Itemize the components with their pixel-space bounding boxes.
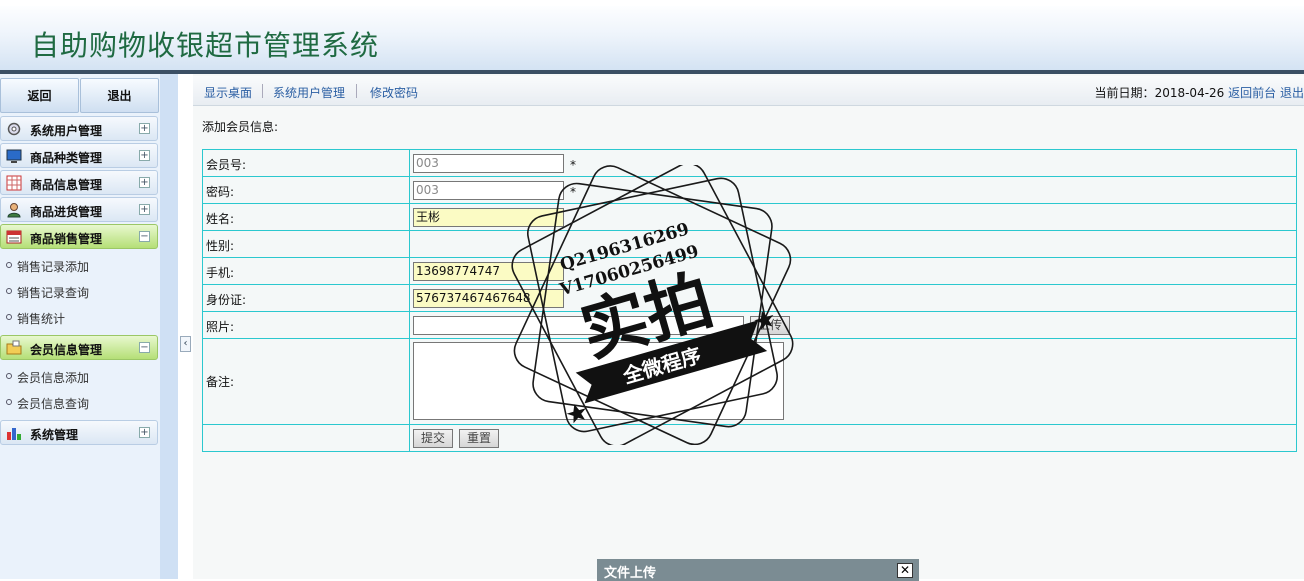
- member-id-input[interactable]: 003: [413, 154, 564, 173]
- upload-dialog: 文件上传 ✕: [597, 559, 919, 581]
- show-desktop-link[interactable]: 显示桌面: [204, 84, 252, 101]
- menu-member-info[interactable]: 会员信息管理 −: [0, 335, 158, 360]
- folder-icon: [6, 340, 22, 355]
- menu-product-sales[interactable]: 商品销售管理 −: [0, 224, 158, 249]
- menu-label: 系统管理: [30, 428, 79, 442]
- form-row-remark: 备注:: [203, 339, 1296, 425]
- back-button[interactable]: 返回: [0, 78, 79, 113]
- date-label: 当前日期：: [1094, 86, 1155, 100]
- menu-label: 会员信息管理: [30, 343, 103, 357]
- expand-icon[interactable]: +: [139, 150, 150, 161]
- current-date: 2018-04-26: [1154, 86, 1225, 100]
- sidebar-item-member-query[interactable]: 会员信息查询: [6, 393, 156, 413]
- register-icon: [6, 230, 22, 244]
- form-row-phone: 手机: 13698774747: [203, 258, 1296, 285]
- sub-item-label: 会员信息查询: [17, 397, 90, 411]
- field-label: 备注:: [206, 375, 235, 389]
- menu-system-management[interactable]: 系统管理 +: [0, 420, 158, 445]
- field-label: 手机:: [206, 266, 235, 280]
- sidebar: 返回 退出 系统用户管理 + 商品种类管理 + 商品信息管理 + 商品进货管理 …: [0, 74, 178, 579]
- menu-product-info[interactable]: 商品信息管理 +: [0, 170, 158, 195]
- menu-label: 系统用户管理: [30, 124, 103, 138]
- system-users-link[interactable]: 系统用户管理: [273, 84, 345, 101]
- separator: [262, 84, 263, 98]
- field-label: 照片:: [206, 320, 235, 334]
- gear-icon: [7, 122, 21, 136]
- bullet-icon: [6, 399, 12, 405]
- separator: [356, 84, 357, 98]
- sub-item-label: 会员信息添加: [17, 371, 90, 385]
- expand-icon[interactable]: +: [139, 177, 150, 188]
- form-row-gender: 性别:: [203, 231, 1296, 258]
- expand-icon[interactable]: +: [139, 123, 150, 134]
- menu-label: 商品销售管理: [30, 232, 103, 246]
- collapse-icon[interactable]: −: [139, 342, 150, 353]
- field-label: 性别:: [206, 239, 235, 253]
- reset-button[interactable]: 重置: [459, 429, 499, 448]
- field-label: 身份证:: [206, 293, 247, 307]
- logout-link[interactable]: 退出: [1280, 86, 1304, 100]
- form-row-name: 姓名: 王彬: [203, 204, 1296, 231]
- sidebar-item-sales-stats[interactable]: 销售统计: [6, 308, 156, 328]
- sub-item-label: 销售统计: [17, 312, 66, 326]
- name-input[interactable]: 王彬: [413, 208, 564, 227]
- form-row-password: 密码: 003 *: [203, 177, 1296, 204]
- sidebar-top-buttons: 返回 退出: [0, 78, 160, 114]
- submit-button[interactable]: 提交: [413, 429, 453, 448]
- logout-button[interactable]: 退出: [80, 78, 159, 113]
- menu-product-purchase[interactable]: 商品进货管理 +: [0, 197, 158, 222]
- sidebar-item-sales-add[interactable]: 销售记录添加: [6, 256, 156, 276]
- field-label: 姓名:: [206, 212, 235, 226]
- menu-system-users[interactable]: 系统用户管理 +: [0, 116, 158, 141]
- phone-input[interactable]: 13698774747: [413, 262, 564, 281]
- date-area: 当前日期：2018-04-26 返回前台 退出: [1095, 84, 1304, 101]
- required-mark: *: [570, 158, 576, 172]
- monitor-icon: [6, 149, 22, 163]
- photo-path-input[interactable]: [413, 316, 744, 335]
- app-title: 自助购物收银超市管理系统: [31, 29, 380, 62]
- form-caption: 添加会员信息:: [202, 120, 279, 134]
- bullet-icon: [6, 288, 12, 294]
- menu-product-categories[interactable]: 商品种类管理 +: [0, 143, 158, 168]
- upload-button[interactable]: 上传: [750, 316, 790, 335]
- required-mark: *: [570, 185, 576, 199]
- sidebar-collapse-toggle[interactable]: ‹: [180, 336, 191, 352]
- sidebar-item-sales-query[interactable]: 销售记录查询: [6, 282, 156, 302]
- remark-textarea[interactable]: [413, 342, 784, 420]
- grid-icon: [6, 175, 22, 191]
- toolbar: 显示桌面 系统用户管理 修改密码 当前日期：2018-04-26 返回前台 退出: [193, 76, 1304, 106]
- password-input[interactable]: 003: [413, 181, 564, 200]
- bullet-icon: [6, 314, 12, 320]
- collapse-icon[interactable]: −: [139, 231, 150, 242]
- expand-icon[interactable]: +: [139, 204, 150, 215]
- form-row-actions: 提交 重置: [203, 425, 1296, 451]
- menu-label: 商品种类管理: [30, 151, 103, 165]
- upload-dialog-title: 文件上传: [604, 566, 657, 581]
- sidebar-panel: 返回 退出 系统用户管理 + 商品种类管理 + 商品信息管理 + 商品进货管理 …: [0, 74, 160, 579]
- user-icon: [7, 203, 21, 218]
- sub-item-label: 销售记录查询: [17, 286, 90, 300]
- sidebar-item-member-add[interactable]: 会员信息添加: [6, 367, 156, 387]
- menu-label: 商品信息管理: [30, 178, 103, 192]
- menu-label: 商品进货管理: [30, 205, 103, 219]
- bullet-icon: [6, 373, 12, 379]
- field-label: 会员号:: [206, 158, 247, 172]
- header-banner: 自助购物收银超市管理系统: [0, 6, 1304, 70]
- sub-item-label: 销售记录添加: [17, 260, 90, 274]
- back-to-front-link[interactable]: 返回前台: [1228, 86, 1276, 100]
- bullet-icon: [6, 262, 12, 268]
- change-password-link[interactable]: 修改密码: [370, 84, 418, 101]
- form-row-member-id: 会员号: 003 *: [203, 150, 1296, 177]
- field-label: 密码:: [206, 185, 235, 199]
- id-card-input[interactable]: 576737467467648: [413, 289, 564, 308]
- chart-icon: [7, 428, 21, 440]
- form-row-photo: 照片: 上传: [203, 312, 1296, 339]
- member-form: 会员号: 003 * 密码: 003 * 姓名: 王彬 性别: 手机: 1369…: [202, 149, 1297, 452]
- close-icon[interactable]: ✕: [897, 563, 913, 578]
- form-row-id-card: 身份证: 576737467467648: [203, 285, 1296, 312]
- expand-icon[interactable]: +: [139, 427, 150, 438]
